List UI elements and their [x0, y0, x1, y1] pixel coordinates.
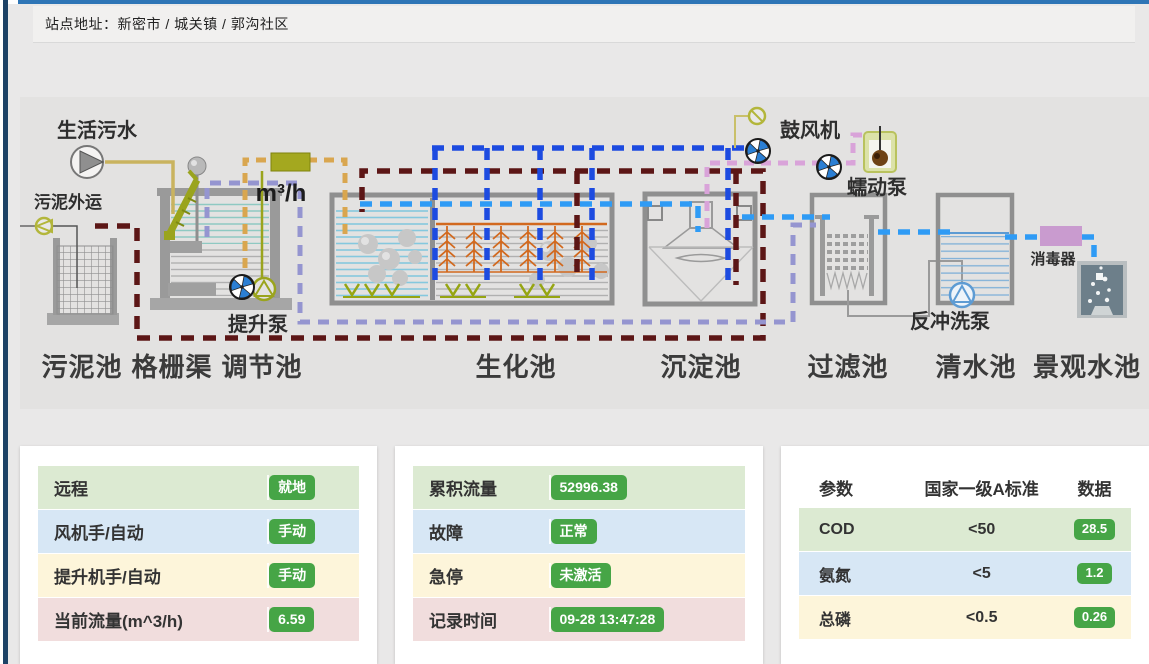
water-quality-card: 参数 国家一级A标准 数据 COD <50 28.5 氨氮 <5 1.2 总磷 … — [781, 446, 1149, 664]
table-header-row: 参数 国家一级A标准 数据 — [799, 466, 1131, 508]
table-row: 提升机手/自动 手动 — [38, 554, 359, 597]
disinfector-box — [1040, 226, 1082, 246]
column-header: 国家一级A标准 — [905, 475, 1058, 500]
blower-valve-icon — [749, 108, 765, 124]
row-label: 累积流量 — [413, 475, 549, 500]
clear-water-tank — [938, 195, 1012, 307]
table-row: COD <50 28.5 — [799, 508, 1131, 551]
param-name: COD — [799, 521, 905, 539]
row-label: 故障 — [413, 519, 549, 544]
value-badge: 1.2 — [1077, 563, 1111, 584]
left-accent-strip — [3, 0, 8, 664]
row-label: 提升机手/自动 — [38, 563, 267, 588]
tank-label-sludge: 污泥池 — [41, 352, 122, 382]
status-badge: 未激活 — [551, 563, 611, 587]
row-label: 当前流量(m^3/h) — [38, 607, 267, 632]
param-standard: <0.5 — [905, 609, 1058, 627]
tank-label-sedimentation: 沉淀池 — [660, 352, 741, 382]
table-row: 总磷 <0.5 0.26 — [799, 596, 1131, 639]
table-row: 风机手/自动 手动 — [38, 510, 359, 553]
row-label: 风机手/自动 — [38, 519, 267, 544]
table-row: 急停 未激活 — [413, 554, 745, 597]
dosing-jar-icon — [864, 126, 896, 172]
value-badge: 28.5 — [1074, 519, 1115, 540]
disinfector-label: 消毒器 — [1030, 250, 1076, 268]
site-address-bar: 站点地址：新密市 / 城关镇 / 郭沟社区 — [33, 6, 1135, 43]
dosing-pump-label: 蠕动泵 — [847, 176, 907, 199]
row-label: 急停 — [413, 563, 549, 588]
lift-pump-label: 提升泵 — [228, 312, 288, 336]
value-badge: 0.26 — [1074, 607, 1115, 628]
status-badge: 正常 — [551, 519, 597, 543]
tank-label-biochemical: 生化池 — [475, 352, 556, 382]
param-name: 总磷 — [799, 606, 905, 630]
tank-label-regulating: 调节池 — [221, 352, 302, 382]
status-badge: 手动 — [269, 563, 315, 587]
timestamp-badge: 09-28 13:47:28 — [551, 607, 665, 631]
dosing-pump-fan-icon — [814, 155, 841, 181]
inflow-pump-icon — [71, 146, 103, 178]
tank-label-clearwater: 清水池 — [935, 352, 1016, 382]
status-badge: 手动 — [269, 519, 315, 543]
sludge-out-valve-icon — [20, 218, 52, 234]
biochemical-tank — [332, 195, 612, 303]
table-row: 累积流量 52996.38 — [413, 466, 745, 509]
value-badge: 52996.38 — [551, 475, 627, 499]
tank-label-landscape: 景观水池 — [1033, 352, 1141, 382]
table-row: 当前流量(m^3/h) 6.59 — [38, 598, 359, 641]
column-header: 参数 — [799, 475, 905, 500]
process-diagram-panel: 生活污水 污泥外运 m³/h 提升泵 鼓风机 蠕动泵 消毒器 反冲洗泵 污泥池 … — [20, 97, 1149, 409]
landscape-pool — [1077, 261, 1127, 318]
blower-label: 鼓风机 — [780, 118, 840, 142]
tank-label-filter: 过滤池 — [807, 352, 888, 382]
lift-pump-valve-icon — [253, 278, 275, 300]
flow-status-card: 累积流量 52996.38 故障 正常 急停 未激活 记录时间 09-28 13… — [395, 446, 763, 664]
control-status-card: 远程 就地 风机手/自动 手动 提升机手/自动 手动 当前流量(m^3/h) 6… — [20, 446, 377, 664]
backwash-pump-icon — [950, 283, 974, 307]
backwash-pump-label: 反冲洗泵 — [910, 310, 990, 333]
value-badge: 6.59 — [269, 607, 314, 631]
param-standard: <50 — [905, 521, 1058, 539]
scada-dashboard: 站点地址：新密市 / 城关镇 / 郭沟社区 — [0, 0, 1149, 664]
row-label: 远程 — [38, 475, 267, 500]
param-name: 氨氮 — [799, 562, 905, 586]
tank-label-grille: 格栅渠 — [131, 352, 212, 382]
flow-unit-label: m³/h — [256, 180, 307, 207]
column-header: 数据 — [1058, 475, 1131, 500]
table-row: 远程 就地 — [38, 466, 359, 509]
top-accent-bar — [18, 0, 1149, 4]
inflow-label: 生活污水 — [57, 119, 138, 142]
status-badge: 就地 — [269, 475, 315, 499]
row-label: 记录时间 — [413, 607, 549, 632]
sludge-out-label: 污泥外运 — [34, 192, 102, 212]
table-row: 记录时间 09-28 13:47:28 — [413, 598, 745, 641]
process-diagram: 生活污水 污泥外运 m³/h 提升泵 鼓风机 蠕动泵 消毒器 反冲洗泵 污泥池 … — [20, 97, 1149, 409]
table-row: 故障 正常 — [413, 510, 745, 553]
site-address-text: 站点地址：新密市 / 城关镇 / 郭沟社区 — [33, 14, 289, 34]
flow-meter-box — [271, 153, 310, 171]
sludge-tank — [47, 226, 119, 325]
param-standard: <5 — [905, 565, 1058, 583]
table-row: 氨氮 <5 1.2 — [799, 552, 1131, 595]
